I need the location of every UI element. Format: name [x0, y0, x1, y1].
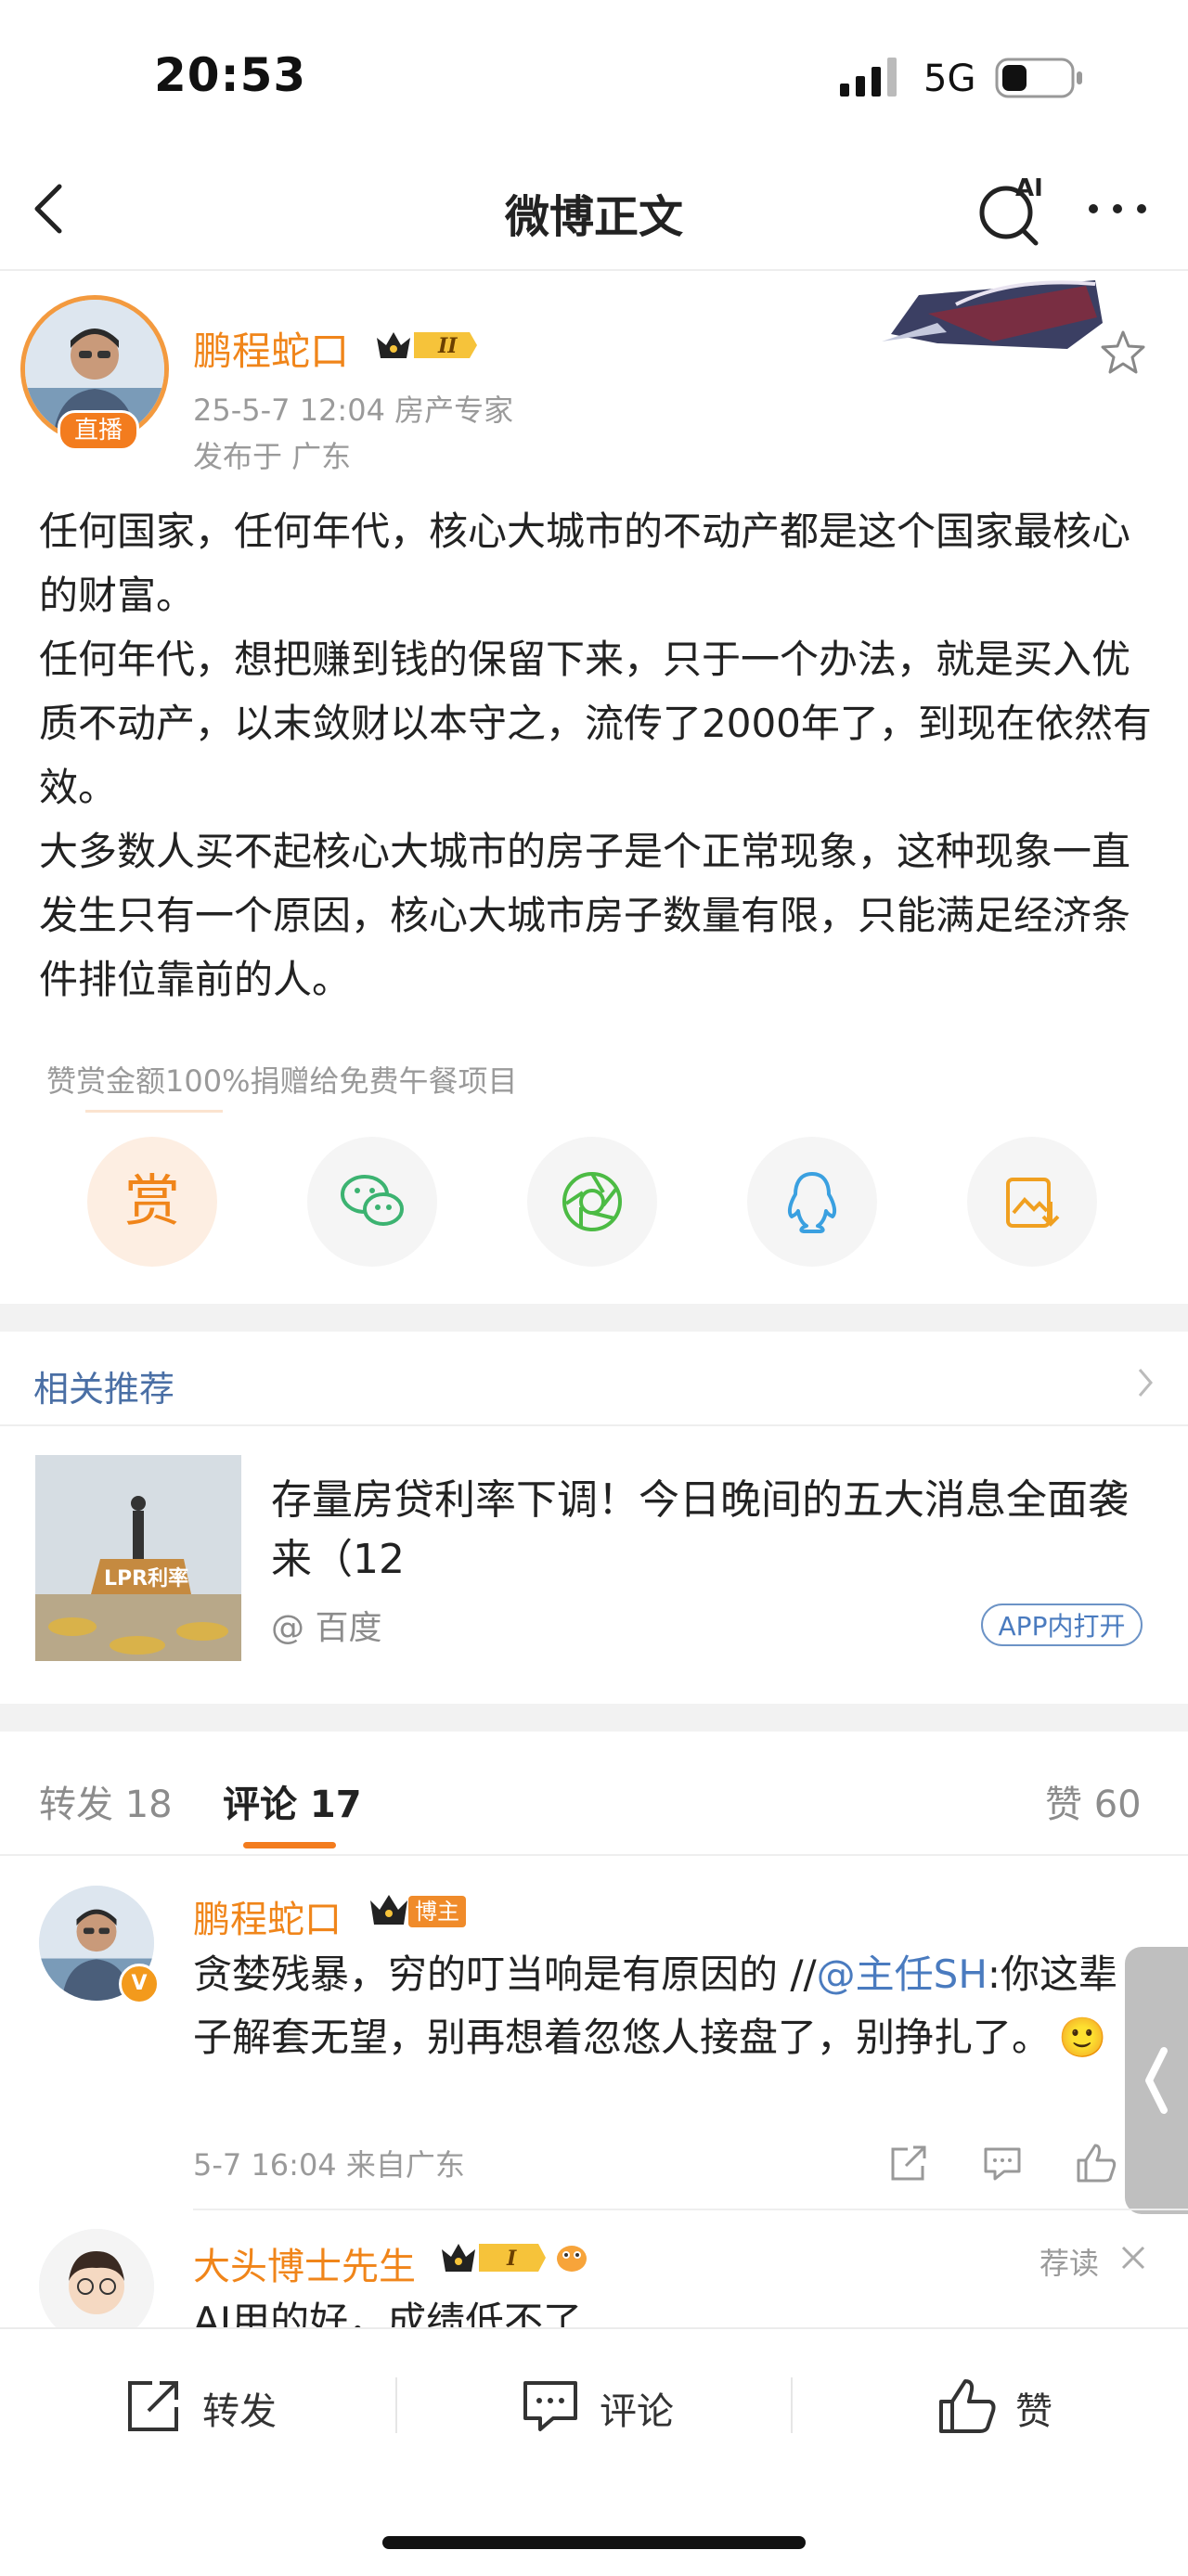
comment-button[interactable]: 评论	[520, 2374, 705, 2439]
bar-divider	[395, 2377, 397, 2433]
comment-text: 贪婪残暴，穷的叮当响是有原因的 //@主任SH:你这辈子解套无望，别再想着忽悠人…	[193, 1943, 1130, 2069]
save-image-button[interactable]	[967, 1137, 1097, 1267]
svg-text:AI: AI	[1015, 174, 1043, 202]
chevron-right-icon[interactable]	[1134, 1364, 1156, 1401]
qq-penguin-icon	[787, 1172, 837, 1233]
forward-icon	[128, 2381, 178, 2431]
reward-indicator	[85, 1110, 223, 1113]
vip-crown-badge: I	[442, 2244, 546, 2272]
author-name[interactable]: 鹏程蛇口	[193, 320, 349, 377]
active-tab-indicator	[243, 1842, 336, 1848]
like-button[interactable]: 赞	[936, 2374, 1084, 2439]
vip-level: II	[437, 334, 458, 358]
related-title: 相关推荐	[33, 1369, 175, 1410]
smile-emoji: 🙂	[1058, 2015, 1107, 2060]
reply-icon[interactable]	[982, 2145, 1023, 2183]
post-body-text: 任何国家，任何年代，核心大城市的不动产都是这个国家最核心的财富。 任何年代，想把…	[39, 509, 1152, 1002]
like-thumb-icon	[939, 2379, 996, 2433]
section-divider	[0, 1704, 1188, 1732]
like-icon[interactable]	[1075, 2142, 1117, 2183]
reward-note: 赞赏金额100%捐赠给免费午餐项目	[46, 1063, 518, 1099]
share-qq-button[interactable]	[747, 1137, 877, 1267]
like-label: 赞	[1015, 2390, 1052, 2433]
post-meta: 25-5-7 12:04 房产专家	[193, 393, 514, 428]
status-time: 20:53	[154, 48, 307, 102]
save-image-icon	[1006, 1178, 1060, 1228]
related-source: @ 百度	[271, 1609, 382, 1647]
share-icon[interactable]	[887, 2145, 928, 2183]
share-moments-button[interactable]	[527, 1137, 657, 1267]
mention-link[interactable]: @主任SH	[817, 1951, 988, 1997]
reward-button[interactable]: 赏	[87, 1137, 217, 1267]
vip-level: I	[506, 2247, 517, 2271]
bar-divider	[791, 2377, 793, 2433]
comment-icon	[523, 2381, 577, 2431]
close-icon[interactable]	[1119, 2244, 1147, 2272]
live-badge[interactable]: 直播	[58, 410, 139, 451]
battery-icon	[995, 58, 1082, 98]
chevron-left-icon	[1145, 2047, 1168, 2114]
post-location: 发布于 广东	[193, 439, 352, 474]
comment-meta: 5-7 16:04 来自广东	[193, 2147, 465, 2183]
related-headline[interactable]: 存量房贷利率下调！今日晚间的五大消息全面袭来（12	[271, 1471, 1153, 1590]
recommend-label: 荐读	[1040, 2246, 1100, 2281]
thumbnail-label: LPR利率	[104, 1566, 188, 1591]
more-icon[interactable]	[1084, 195, 1151, 223]
section-divider	[0, 1304, 1188, 1332]
tab-forwards[interactable]: 转发 18	[39, 1774, 173, 1828]
crown-icon	[370, 1895, 407, 1925]
home-indicator	[382, 2536, 806, 2549]
share-wechat-button[interactable]	[307, 1137, 437, 1267]
signal-icon	[840, 58, 897, 97]
comment-text-main: 贪婪残暴，穷的叮当响是有原因的 //	[193, 1951, 817, 1997]
nav-divider	[0, 269, 1188, 271]
related-thumbnail[interactable]: LPR利率	[35, 1455, 241, 1661]
vip-crown-badge: II	[377, 332, 477, 358]
reward-label: 赏	[124, 1169, 180, 1234]
open-in-app-button[interactable]: APP内打开	[981, 1604, 1143, 1646]
decorative-banner-image	[882, 280, 1103, 349]
comment-divider	[193, 2209, 1188, 2210]
comment-label: 评论	[600, 2390, 674, 2433]
verified-badge: V	[119, 1964, 160, 2004]
owner-badge: 博主	[408, 1896, 466, 1927]
moments-aperture-icon	[562, 1172, 622, 1231]
tab-likes[interactable]: 赞 60	[1045, 1774, 1142, 1828]
tabs-divider	[0, 1854, 1188, 1856]
network-type: 5G	[923, 58, 976, 100]
fish-badge-icon	[557, 2246, 587, 2272]
related-divider	[0, 1424, 1188, 1426]
wechat-icon	[341, 1175, 404, 1226]
comment-author-name[interactable]: 鹏程蛇口	[193, 1889, 342, 1943]
side-collapse-tab[interactable]	[1125, 1947, 1188, 2214]
ai-search-icon[interactable]: AI	[976, 172, 1051, 246]
forward-label: 转发	[202, 2390, 277, 2433]
forward-button[interactable]: 转发	[123, 2374, 308, 2439]
tab-comments[interactable]: 评论 17	[223, 1774, 362, 1828]
lpr-thumbnail-image: LPR利率	[35, 1455, 241, 1661]
comment-author-name[interactable]: 大头博士先生	[193, 2236, 416, 2290]
favorite-star-icon[interactable]	[1099, 328, 1147, 377]
